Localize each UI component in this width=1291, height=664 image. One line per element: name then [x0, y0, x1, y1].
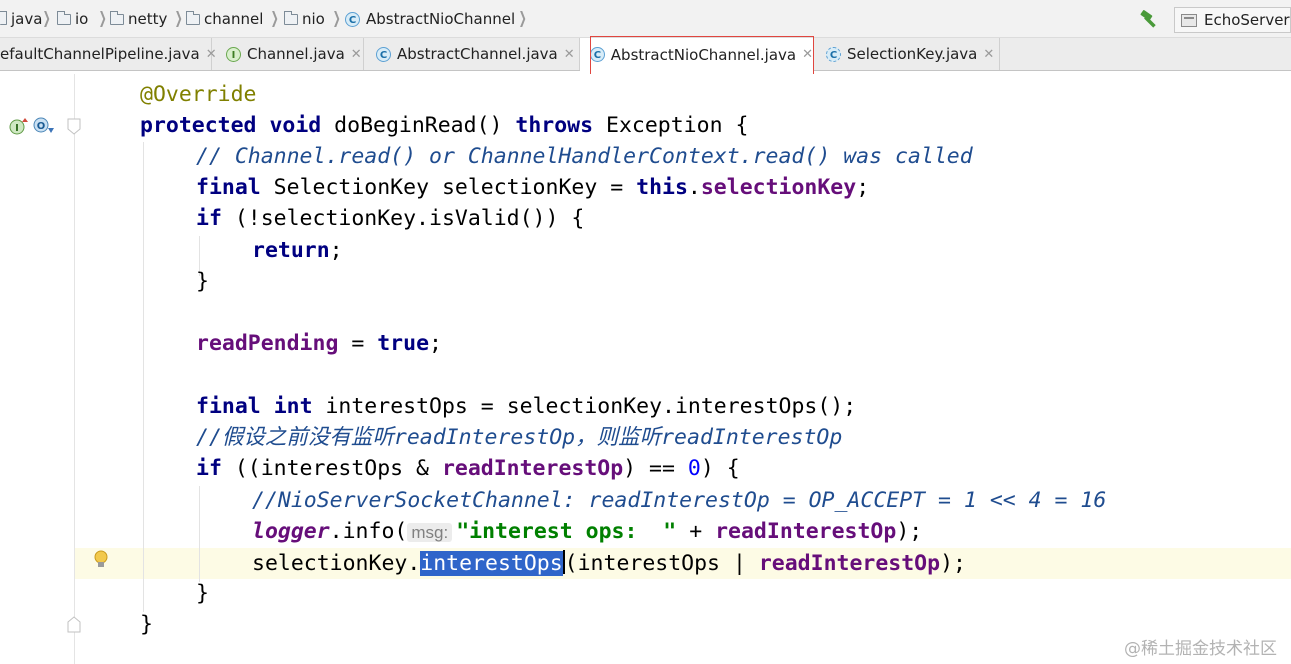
breadcrumb-label: AbstractNioChannel	[366, 10, 516, 28]
abstract-class-icon: C	[826, 46, 841, 62]
indent-guide	[143, 142, 144, 612]
folder-icon	[284, 10, 298, 25]
folder-icon	[0, 10, 7, 25]
fold-marker-icon[interactable]	[66, 615, 82, 633]
class-icon: C	[345, 11, 360, 27]
breadcrumb-netty[interactable]: netty	[110, 9, 167, 29]
code-line-13: logger.info(msg: "interest ops: " + readI…	[252, 519, 923, 544]
editor-gutter	[0, 74, 75, 664]
breadcrumb-label: java	[11, 10, 43, 28]
lightbulb-icon[interactable]	[92, 549, 110, 571]
tab-label: AbstractNioChannel.java	[610, 45, 797, 64]
breadcrumb-label: nio	[302, 10, 325, 28]
breadcrumb-io[interactable]: io	[57, 9, 88, 29]
chevron-right-icon: ❯	[174, 8, 183, 27]
breadcrumb-java[interactable]: java	[0, 9, 42, 29]
close-icon[interactable]: ✕	[802, 47, 813, 62]
code-line-4: final SelectionKey selectionKey = this.s…	[196, 175, 870, 200]
folder-icon	[57, 10, 71, 25]
build-hammer-icon[interactable]	[1138, 9, 1160, 29]
navigation-bar: java ❯ io ❯ netty ❯ channel ❯ nio ❯ C Ab…	[0, 0, 1291, 38]
implements-overrides-icon[interactable]: I O	[8, 116, 56, 136]
breadcrumb-nio[interactable]: nio	[284, 9, 325, 29]
tab-abstractchannel[interactable]: C AbstractChannel.java ✕	[364, 38, 580, 70]
run-config-label: EchoServer	[1204, 11, 1290, 29]
chevron-right-icon: ❯	[42, 8, 51, 27]
chevron-right-icon: ❯	[270, 8, 279, 27]
watermark: @稀土掘金技术社区	[1124, 639, 1277, 659]
close-icon[interactable]: ✕	[564, 47, 575, 62]
fold-marker-icon[interactable]	[66, 118, 82, 136]
selected-text: interestOps	[420, 551, 563, 576]
chevron-right-icon: ❯	[332, 8, 341, 27]
code-line-14: selectionKey.interestOps(interestOps | r…	[252, 550, 966, 576]
chevron-right-icon: ❯	[98, 8, 107, 27]
svg-text:O: O	[37, 121, 46, 132]
tab-defaultchannelpipeline[interactable]: efaultChannelPipeline.java ✕	[0, 38, 217, 70]
code-line-11: if ((interestOps & readInterestOp) == 0)…	[196, 456, 740, 481]
class-icon: C	[590, 47, 605, 62]
tab-abstractniochannel[interactable]: C AbstractNioChannel.java ✕	[580, 38, 814, 71]
chevron-right-icon: ❯	[518, 8, 527, 27]
application-icon	[1181, 13, 1197, 27]
breadcrumb-abstractniochannel[interactable]: C AbstractNioChannel	[345, 9, 515, 29]
code-line-2: protected void doBeginRead() throws Exce…	[140, 113, 749, 138]
code-line-12: //NioServerSocketChannel: readInterestOp…	[252, 488, 1107, 513]
breadcrumb-label: io	[75, 10, 89, 28]
tab-label: efaultChannelPipeline.java	[0, 45, 200, 63]
code-line-6: return;	[252, 238, 343, 263]
code-line-15: }	[196, 581, 209, 606]
code-line-1: @Override	[140, 82, 257, 107]
code-line-8: readPending = true;	[196, 331, 442, 356]
code-line-16: }	[140, 612, 153, 637]
tab-label: AbstractChannel.java	[397, 45, 558, 63]
breadcrumb-label: netty	[128, 10, 168, 28]
code-line-7: }	[196, 269, 209, 294]
code-line-3: // Channel.read() or ChannelHandlerConte…	[196, 144, 973, 169]
tab-label: SelectionKey.java	[847, 45, 978, 63]
close-icon[interactable]: ✕	[983, 47, 994, 62]
class-icon: C	[376, 46, 391, 62]
tab-label: Channel.java	[247, 45, 345, 63]
code-line-10: //假设之前没有监听readInterestOp，则监听readInterest…	[196, 425, 843, 450]
indent-guide	[199, 486, 200, 582]
parameter-hint: msg:	[407, 523, 453, 542]
breadcrumb-label: channel	[204, 10, 264, 28]
tab-channel[interactable]: I Channel.java ✕	[212, 38, 364, 70]
svg-text:I: I	[15, 123, 19, 134]
close-icon[interactable]: ✕	[351, 47, 362, 62]
tab-selectionkey[interactable]: C SelectionKey.java ✕	[814, 38, 1000, 70]
interface-icon: I	[226, 46, 241, 62]
code-line-9: final int interestOps = selectionKey.int…	[196, 394, 857, 419]
folder-icon	[186, 10, 200, 25]
run-configuration-selector[interactable]: EchoServer	[1174, 7, 1291, 33]
code-line-5: if (!selectionKey.isValid()) {	[196, 206, 585, 231]
folder-icon	[110, 10, 124, 25]
editor-tab-bar: efaultChannelPipeline.java ✕ I Channel.j…	[0, 38, 1291, 71]
breadcrumb-channel[interactable]: channel	[186, 9, 263, 29]
